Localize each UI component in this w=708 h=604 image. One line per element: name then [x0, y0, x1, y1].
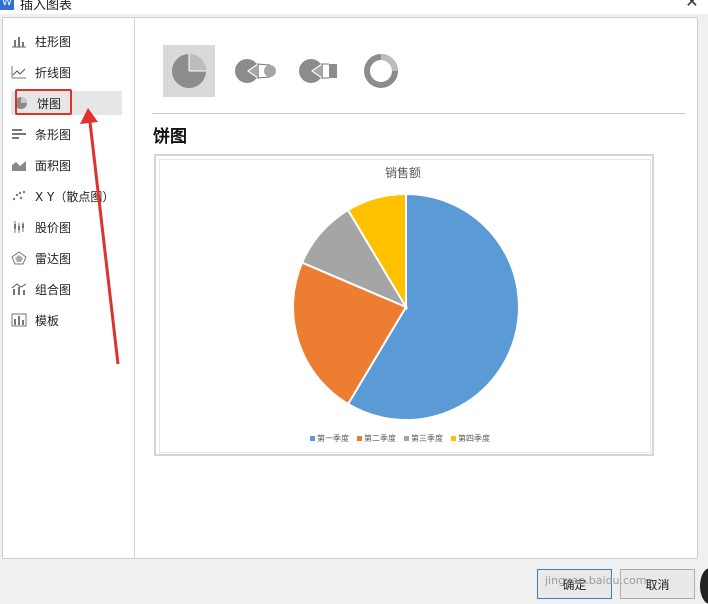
sidebar-item-bar[interactable]: 条形图	[3, 122, 134, 146]
subtype-pie-of-pie[interactable]	[227, 45, 279, 97]
subtype-doughnut[interactable]	[355, 45, 407, 97]
app-logo-icon: W	[0, 0, 14, 10]
chart-preview: 销售额 第一季度 第二季度 第三季度 第四季度	[154, 154, 654, 456]
sidebar-item-stock[interactable]: 股价图	[3, 215, 134, 239]
pie-of-pie-icon	[235, 59, 276, 83]
sidebar-item-label: 面积图	[35, 158, 72, 173]
template-icon	[11, 313, 27, 327]
chart-legend: 第一季度 第二季度 第三季度 第四季度	[310, 433, 490, 444]
sidebar-item-label: 组合图	[35, 282, 72, 297]
area-chart-icon	[12, 161, 26, 171]
legend-item: 第三季度	[404, 433, 443, 444]
sidebar-item-pie[interactable]: 饼图	[11, 91, 122, 115]
column-chart-icon	[12, 37, 26, 48]
close-icon[interactable]: ✕	[680, 0, 704, 11]
legend-label: 第四季度	[458, 434, 490, 443]
bar-of-pie-icon	[299, 59, 337, 83]
legend-label: 第一季度	[317, 434, 349, 443]
pie-icon	[172, 54, 206, 88]
legend-label: 第二季度	[364, 434, 396, 443]
sidebar-item-area[interactable]: 面积图	[3, 153, 134, 177]
sidebar-item-label: 雷达图	[35, 251, 72, 266]
sidebar-item-label: 股价图	[35, 220, 72, 235]
chart-type-sidebar: 柱形图 折线图 饼图 条形图 面积图 X Y（散点图） 股价图 雷达图 组合图 …	[3, 18, 135, 558]
legend-label: 第三季度	[411, 434, 443, 443]
line-chart-icon	[11, 66, 26, 79]
pie-chart-icon	[15, 97, 27, 109]
sidebar-item-label: 模板	[35, 313, 60, 328]
ok-button[interactable]: 确定	[537, 569, 612, 599]
avatar	[700, 568, 708, 604]
sidebar-item-label: 条形图	[35, 127, 72, 142]
sidebar-item-label: 折线图	[35, 65, 72, 80]
legend-swatch	[357, 436, 362, 441]
legend-swatch	[404, 436, 409, 441]
sidebar-item-radar[interactable]: 雷达图	[3, 246, 134, 270]
sidebar-item-label: 柱形图	[35, 34, 72, 49]
legend-item: 第一季度	[310, 433, 349, 444]
legend-swatch	[310, 436, 315, 441]
scatter-chart-icon	[12, 190, 26, 201]
subtype-bar-of-pie[interactable]	[291, 45, 343, 97]
sidebar-item-label: X Y（散点图）	[35, 189, 115, 204]
combo-chart-icon	[11, 283, 27, 295]
bar-chart-icon	[12, 129, 26, 139]
sidebar-item-line[interactable]: 折线图	[3, 60, 134, 84]
pie-chart	[292, 192, 520, 421]
cancel-button[interactable]: 取消	[620, 569, 695, 599]
window-title: 插入图表	[20, 0, 73, 13]
sidebar-item-template[interactable]: 模板	[3, 308, 134, 332]
sidebar-item-combo[interactable]: 组合图	[3, 277, 134, 301]
subtype-pie[interactable]	[163, 45, 215, 97]
legend-item: 第二季度	[357, 433, 396, 444]
divider	[152, 113, 685, 114]
sidebar-item-column[interactable]: 柱形图	[3, 29, 134, 53]
title-bar: W 插入图表 ✕	[0, 0, 708, 14]
section-heading: 饼图	[153, 127, 187, 147]
legend-swatch	[451, 436, 456, 441]
radar-chart-icon	[11, 251, 27, 265]
doughnut-icon	[364, 54, 398, 88]
sidebar-item-scatter[interactable]: X Y（散点图）	[3, 184, 134, 208]
sidebar-item-label: 饼图	[37, 96, 62, 111]
legend-item: 第四季度	[451, 433, 490, 444]
stock-chart-icon	[14, 221, 24, 233]
